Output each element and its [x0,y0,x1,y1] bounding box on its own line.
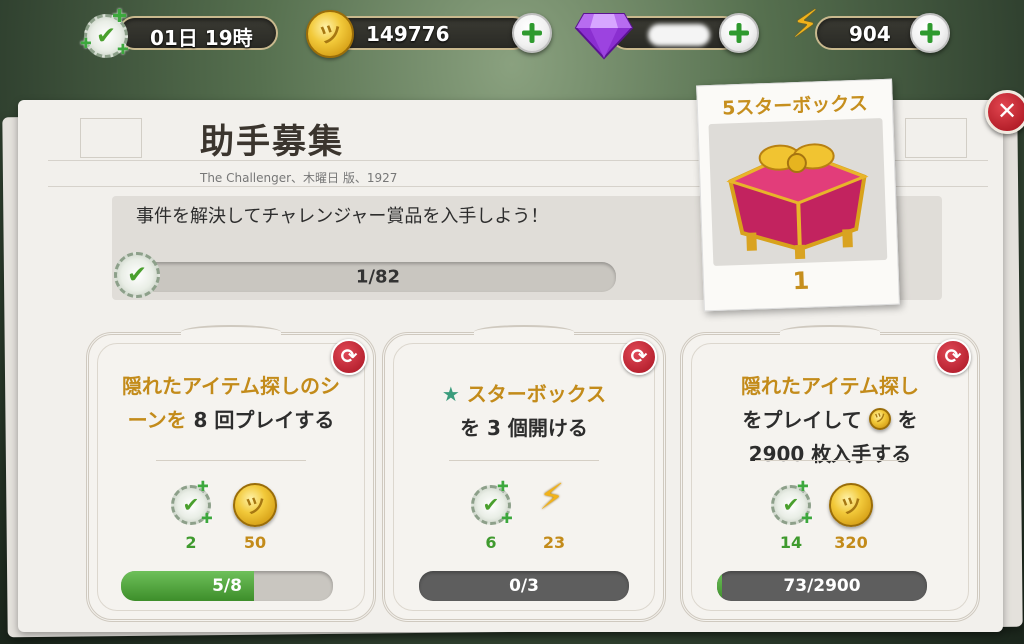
task-progress-text: 73/2900 [783,576,861,596]
energy-text: 904 [849,22,891,46]
task-card-3: ⟳ 隠れたアイテム探し をプレイして ツ を 2900 枚入手する ✔ ✚ ✚ … [680,325,980,622]
star-box-icon [726,143,869,260]
timer-pill: 01日 19時 [118,16,278,50]
page-subtitle: The Challenger、木曜日 版、1927 [200,171,398,185]
task-text: を 3 個開ける [460,416,588,440]
plus-sparkle-icon: ✚ [117,42,129,58]
prize-title: 5スターボックス [721,92,869,120]
close-button[interactable]: ✕ [985,90,1024,134]
coins-pill: 149776 [330,16,530,50]
task-card-1: ⟳ 隠れたアイテム探しのシーンを 8 回プレイする ✔ ✚ ✚ ツ 2 50 5… [86,325,376,622]
coin-icon: ツ [868,408,891,430]
reward-coin-value: 50 [243,533,267,552]
coin-icon: ツ [306,10,354,58]
challenge-description: 事件を解決してチャレンジャー賞品を入手しよう！ [136,206,549,227]
plus-sparkle-icon: ✚ [197,479,209,495]
buy-coins-button[interactable] [512,13,552,53]
reward-coin-value: 320 [834,533,868,552]
task-text-b: を [890,408,918,432]
prize-image [708,118,888,266]
coin-icon: ツ [233,483,277,527]
page-title: 助手募集 [200,122,344,162]
reward-check-value: 6 [485,533,497,552]
overall-progress-bar: 1/82 [140,262,616,292]
masthead-ornament-right [905,118,967,158]
plus-sparkle-icon: ✚ [501,511,513,527]
reward-check-value: 2 [185,533,197,552]
task-description: 隠れたアイテム探し をプレイして ツ を 2900 枚入手する [695,369,965,471]
coins-text: 149776 [366,22,450,46]
reward-check-value: 14 [779,533,803,552]
overall-progress-text: 1/82 [355,266,401,288]
plus-sparkle-icon: ✚ [797,479,809,495]
lightning-icon: ⚡ [792,2,819,46]
reward-energy-value: 23 [542,533,566,552]
checkmark-token-icon: ✔ [114,252,160,298]
buy-energy-button[interactable] [910,13,950,53]
gems-redacted [648,24,710,46]
star-box-icon: ★ [441,382,460,406]
masthead-ornament-left [80,118,142,158]
task-text: 8 回プレイする [186,408,335,432]
task-highlight: 隠れたアイテム探し [741,374,919,398]
buy-gems-button[interactable] [719,13,759,53]
task-highlight: スターボックス [466,382,607,406]
task-card-2: ⟳ ★ スターボックス を 3 個開ける ✔ ✚ ✚ ⚡ 6 23 0/3 [382,325,666,622]
prize-card: 5スターボックス 1 [696,78,900,312]
lightning-icon: ⚡ [539,477,565,518]
task-progress-text: 5/8 [212,576,242,596]
refresh-task-button[interactable]: ⟳ [621,339,657,375]
task-text-c: 2900 枚入手する [748,442,912,466]
plus-sparkle-icon: ✚ [201,511,213,527]
plus-sparkle-icon: ✚ [112,6,128,27]
task-progress-bar: 5/8 [121,571,333,601]
timer-text: 01日 19時 [150,26,253,50]
plus-sparkle-icon: ✚ [497,479,509,495]
task-progress-bar: 73/2900 [717,571,927,601]
task-description: 隠れたアイテム探しのシーンを 8 回プレイする [115,369,347,437]
plus-sparkle-icon: ✚ [80,36,92,52]
task-text-a: をプレイして [742,408,862,432]
coin-icon: ツ [829,483,873,527]
prize-count: 1 [792,266,810,296]
task-description: ★ スターボックス を 3 個開ける [397,377,651,445]
gem-icon [574,13,634,60]
plus-sparkle-icon: ✚ [801,511,813,527]
task-progress-bar: 0/3 [419,571,629,601]
task-progress-text: 0/3 [509,576,539,596]
